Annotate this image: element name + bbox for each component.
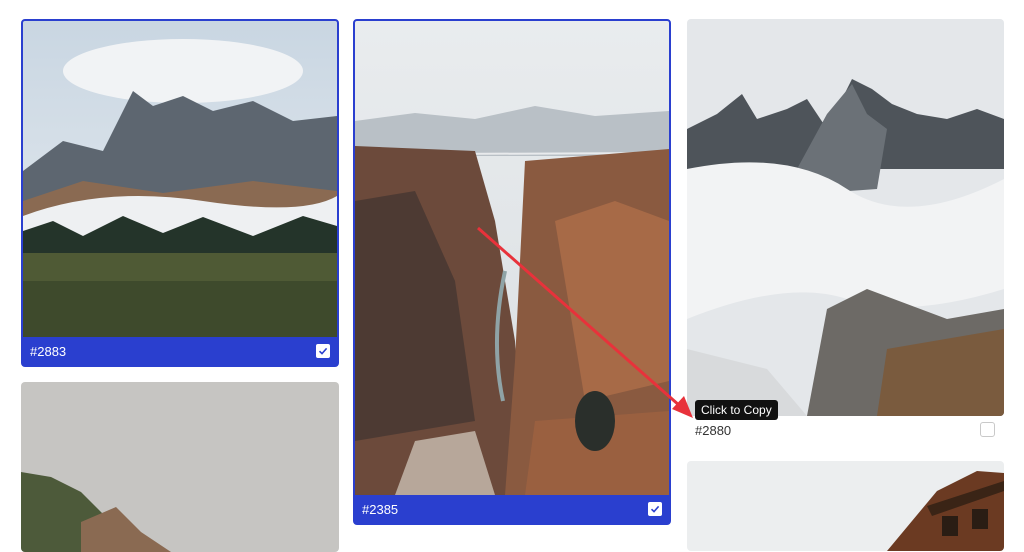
photo-thumbnail [687,461,1004,551]
photo-card[interactable] [687,461,1004,551]
checkmark-icon [318,347,328,355]
selected-checkbox[interactable] [316,344,330,358]
tooltip-text: Click to Copy [701,403,772,417]
photo-card[interactable]: #2883 [21,19,339,367]
photo-thumbnail [355,21,669,495]
photo-id-label[interactable]: #2385 [362,502,398,517]
unselected-checkbox[interactable] [980,422,995,437]
photo-id-label[interactable]: #2883 [30,344,66,359]
photo-id-label[interactable]: #2880 [695,423,731,438]
photo-thumbnail [687,19,1004,416]
card-footer: #2883 [23,337,337,365]
photo-card[interactable] [21,382,339,552]
photo-thumbnail [21,382,339,552]
photo-card[interactable]: #2385 [353,19,671,525]
copy-tooltip: Click to Copy [695,400,778,420]
selected-checkbox[interactable] [648,502,662,516]
checkmark-icon [650,505,660,513]
card-footer: #2385 [355,495,669,523]
photo-thumbnail [23,21,337,337]
photo-card[interactable] [687,19,1004,416]
